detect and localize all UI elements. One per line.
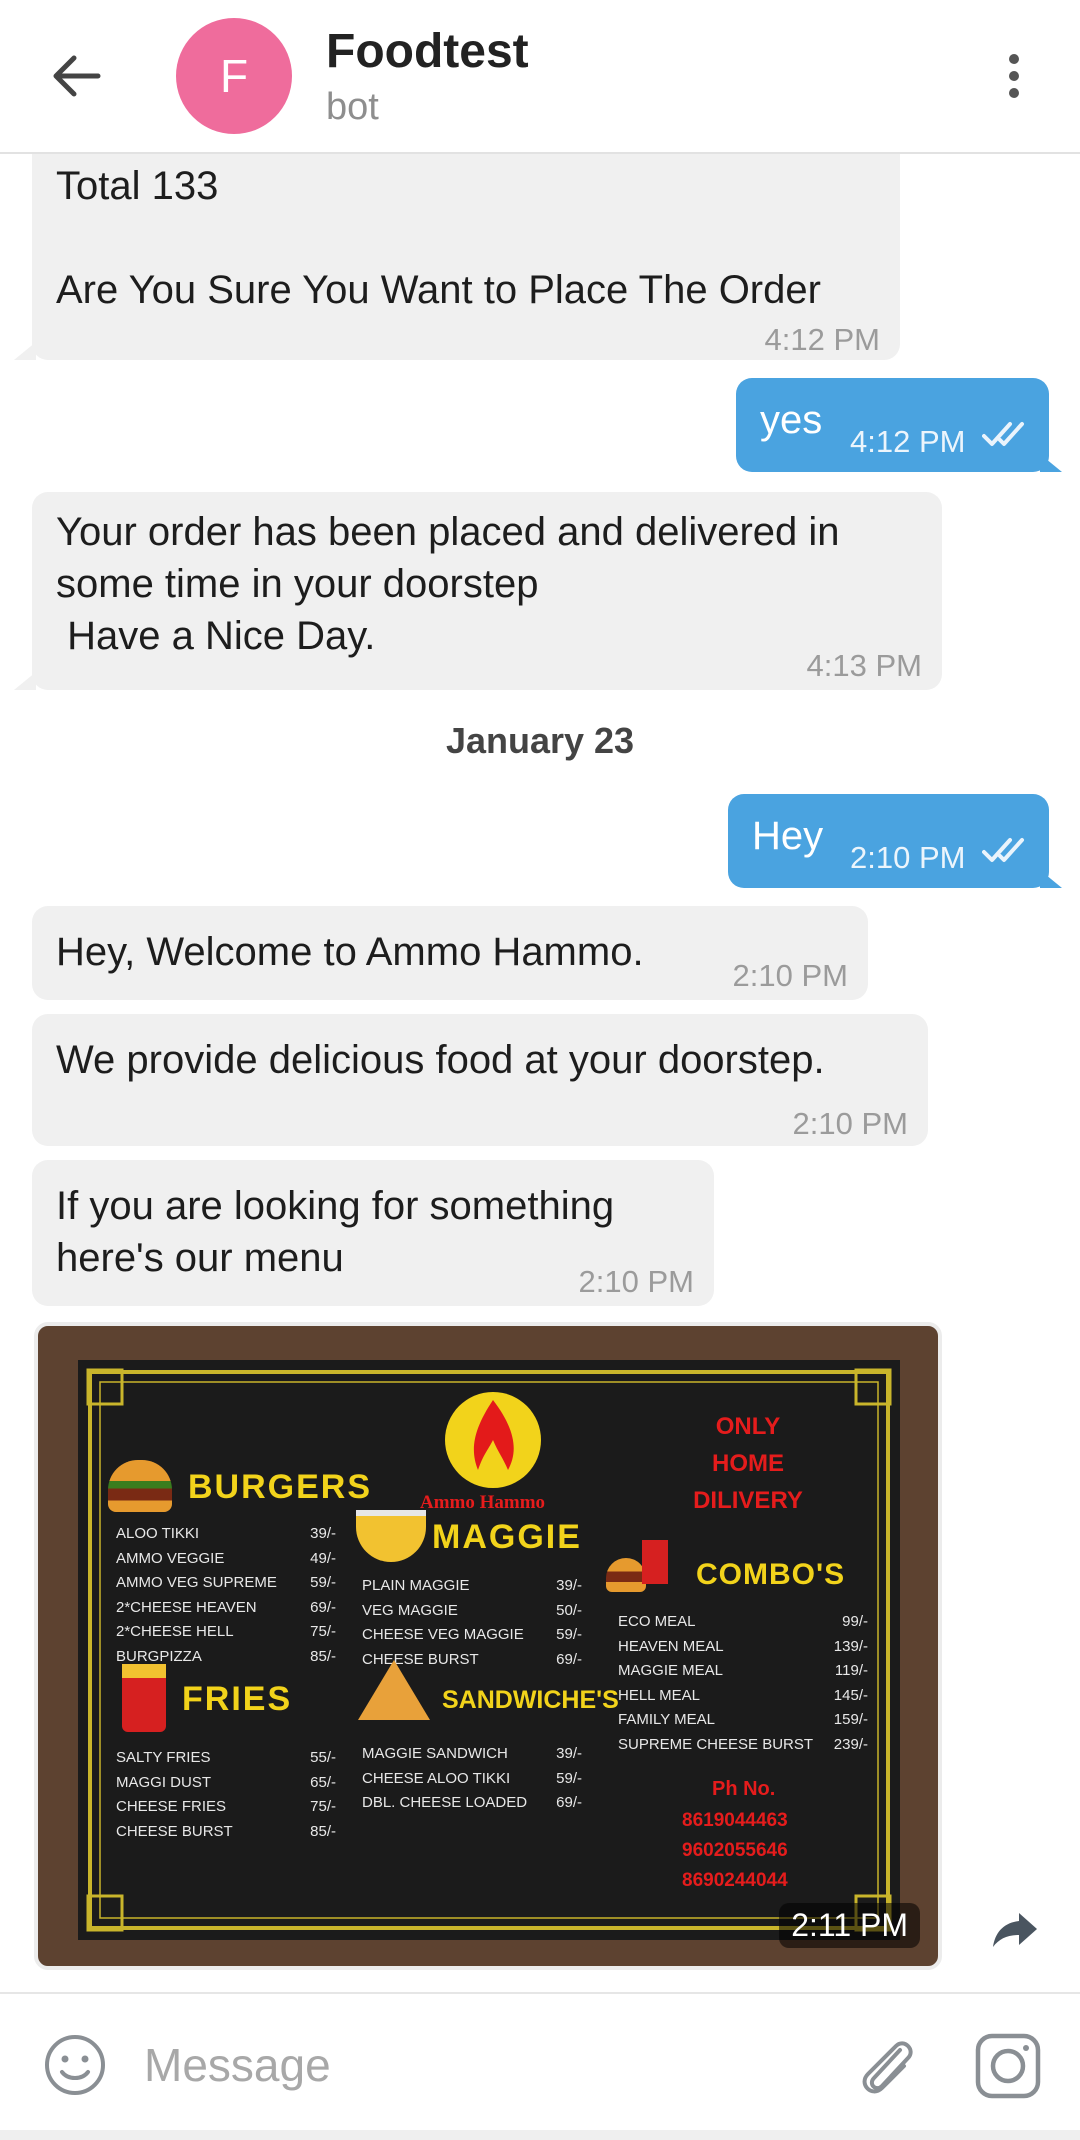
paperclip-icon bbox=[862, 2041, 913, 2094]
fries-icon bbox=[122, 1664, 166, 1732]
bubble-tail bbox=[1040, 870, 1062, 888]
combos-title: COMBO'S bbox=[696, 1558, 846, 1591]
only-home-delivery: ONLY HOME DILIVERY bbox=[693, 1413, 803, 1514]
message-bubble-in[interactable]: Your order has been placed and delivered… bbox=[32, 492, 942, 690]
message-time: 2:10 PM bbox=[850, 840, 966, 875]
menu-list-maggie: PLAIN MAGGIE 39/- VEG MAGGIE 50/- CHEESE V… bbox=[362, 1577, 582, 1668]
arrow-left-icon bbox=[53, 55, 101, 97]
double-check-icon bbox=[982, 422, 1024, 446]
back-button[interactable] bbox=[40, 46, 112, 106]
maggie-title: MAGGIE bbox=[432, 1518, 582, 1556]
message-bubble-in[interactable]: Total 133 Are You Sure You Want to Place… bbox=[32, 152, 900, 360]
bubble-tail bbox=[14, 672, 36, 690]
message-text: Total 133 bbox=[56, 164, 219, 208]
message-text: Hey, Welcome to Ammo Hammo. bbox=[56, 930, 644, 974]
menu-list-burgers: ALOO TIKKI 39/- AMMO VEGGIE 49/- AMMO VEG … bbox=[116, 1525, 336, 1665]
chat-title[interactable]: Foodtest bbox=[326, 24, 529, 79]
message-text: some time in your doorstep bbox=[56, 562, 539, 606]
message-time: 2:10 PM bbox=[792, 1106, 908, 1141]
date-separator: January 23 bbox=[445, 720, 635, 761]
share-button[interactable] bbox=[980, 1894, 1050, 1964]
message-input-bar bbox=[0, 1992, 1080, 2140]
menu-image-message[interactable]: BURGERS ALOO TIKKI 39/- AMMO VEGGIE 49/- A… bbox=[34, 1322, 942, 1970]
message-text: Hey bbox=[752, 814, 824, 858]
message-text: Have a Nice Day. bbox=[56, 614, 376, 658]
attach-button[interactable] bbox=[850, 2028, 920, 2104]
camera-button[interactable] bbox=[970, 2028, 1046, 2104]
phone-list: 8619044463 9602055646 8690244044 bbox=[682, 1810, 788, 1891]
more-vert-icon bbox=[1009, 54, 1019, 64]
message-time: 4:12 PM bbox=[764, 322, 880, 357]
bubble-tail bbox=[14, 342, 36, 360]
message-bubble-out[interactable]: yes 4:12 PM bbox=[736, 378, 1049, 472]
message-text: Your order has been placed and delivered… bbox=[56, 510, 840, 554]
chat-header: F Foodtest bot bbox=[0, 0, 1080, 154]
instagram-camera-icon bbox=[975, 2033, 1041, 2099]
burger-icon bbox=[108, 1460, 172, 1512]
message-text: here's our menu bbox=[56, 1236, 344, 1280]
message-input[interactable] bbox=[142, 2024, 826, 2106]
double-check-icon bbox=[982, 838, 1024, 862]
menu-list-fries: SALTY FRIES 55/- MAGGI DUST 65/- CHEESE FR… bbox=[116, 1749, 336, 1840]
message-text: We provide delicious food at your doorst… bbox=[56, 1038, 825, 1082]
message-time: 2:10 PM bbox=[732, 958, 848, 993]
smile-icon bbox=[45, 2035, 105, 2095]
message-bubble-out[interactable]: Hey 2:10 PM bbox=[728, 794, 1049, 888]
bubble-tail bbox=[1040, 454, 1062, 472]
sandwich-icon bbox=[358, 1660, 430, 1720]
menu-list-sandwiches: MAGGIE SANDWICH 39/- CHEESE ALOO TIKKI 59/… bbox=[362, 1745, 582, 1811]
combo-icon bbox=[606, 1536, 672, 1592]
avatar[interactable]: F bbox=[176, 18, 292, 134]
brand-name: Ammo Hammo bbox=[420, 1492, 546, 1513]
message-text: yes bbox=[760, 398, 823, 442]
message-bubble-in[interactable]: We provide delicious food at your doorst… bbox=[32, 1014, 928, 1146]
message-time: 4:12 PM bbox=[850, 424, 966, 459]
nav-strip bbox=[0, 2130, 1080, 2140]
sandwiches-title: SANDWICHE'S bbox=[442, 1686, 619, 1714]
message-time: 4:13 PM bbox=[806, 648, 922, 683]
message-text: If you are looking for something bbox=[56, 1184, 615, 1228]
share-arrow-icon bbox=[993, 1913, 1037, 1947]
burgers-title: BURGERS bbox=[188, 1468, 373, 1506]
chat-subtitle: bot bbox=[326, 86, 379, 128]
message-bubble-in[interactable]: If you are looking for something here's … bbox=[32, 1160, 714, 1306]
phone-label: Ph No. bbox=[712, 1778, 776, 1800]
message-list[interactable]: Total 133 Are You Sure You Want to Place… bbox=[0, 152, 1080, 1992]
message-text: Are You Sure You Want to Place The Order bbox=[56, 268, 821, 312]
emoji-button[interactable] bbox=[40, 2030, 110, 2100]
message-bubble-in[interactable]: Hey, Welcome to Ammo Hammo. 2:10 PM bbox=[32, 906, 868, 1000]
fries-title: FRIES bbox=[182, 1680, 293, 1718]
more-options-button[interactable] bbox=[996, 46, 1032, 106]
message-time: 2:10 PM bbox=[578, 1264, 694, 1299]
image-time: 2:11 PM bbox=[779, 1903, 920, 1948]
menu-list-combos: ECO MEAL 99/- HEAVEN MEAL 139/- MAGGIE MEA… bbox=[618, 1613, 868, 1753]
menu-board: BURGERS ALOO TIKKI 39/- AMMO VEGGIE 49/- A… bbox=[78, 1360, 900, 1940]
